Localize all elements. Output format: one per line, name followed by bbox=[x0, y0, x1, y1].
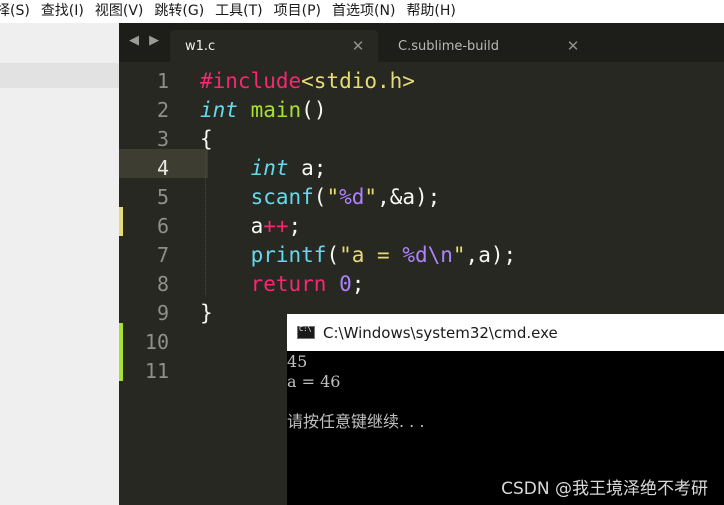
console-window[interactable]: C:\Windows\system32\cmd.exe 45 a = 46 请按… bbox=[287, 314, 724, 505]
console-line: a = 46 bbox=[287, 372, 341, 391]
menu-item-goto[interactable]: 跳转(G) bbox=[154, 0, 218, 23]
line-number: 10 bbox=[144, 330, 169, 354]
line-number: 6 bbox=[156, 214, 169, 238]
line-number: 11 bbox=[144, 359, 169, 383]
menu-item-tools[interactable]: 工具(T) bbox=[215, 0, 276, 23]
line-number: 3 bbox=[156, 127, 169, 151]
close-icon[interactable]: ✕ bbox=[563, 37, 583, 55]
line-number: 8 bbox=[156, 272, 169, 296]
code-line: 2 int main() bbox=[119, 96, 724, 125]
menu-item-project[interactable]: 项目(P) bbox=[274, 0, 335, 23]
tab-label: w1.c bbox=[185, 38, 216, 54]
side-panel bbox=[0, 23, 119, 505]
menu-item-preferences[interactable]: 首选项(N) bbox=[332, 0, 409, 23]
code-line: 7 printf("a = %d\n",a); bbox=[119, 241, 724, 270]
console-line: 请按任意键继续. . . bbox=[287, 412, 425, 431]
code-text: printf("a = %d\n",a); bbox=[250, 243, 517, 267]
console-line: 45 bbox=[287, 352, 308, 371]
tab-label: C.sublime-build bbox=[398, 38, 500, 54]
code-line: 5 scanf("%d",&a); bbox=[119, 183, 724, 212]
code-line-current: 4 int a; bbox=[119, 154, 724, 183]
menu-item-view[interactable]: 视图(V) bbox=[95, 0, 158, 23]
tab-w1-c[interactable]: w1.c ✕ bbox=[170, 30, 378, 62]
console-titlebar[interactable]: C:\Windows\system32\cmd.exe bbox=[287, 314, 724, 351]
line-number: 5 bbox=[156, 185, 169, 209]
line-number: 1 bbox=[156, 69, 169, 93]
code-text: a++; bbox=[200, 214, 302, 238]
close-icon[interactable]: ✕ bbox=[348, 37, 368, 55]
code-text: } bbox=[200, 301, 213, 325]
code-text: int a; bbox=[250, 156, 327, 180]
tab-nav-arrows-icon[interactable]: ◀ ▶ bbox=[129, 33, 162, 48]
code-line: 8 return 0; bbox=[119, 270, 724, 299]
line-number: 2 bbox=[156, 98, 169, 122]
code-text: scanf("%d",&a); bbox=[250, 185, 441, 209]
line-number: 4 bbox=[156, 156, 169, 180]
console-title: C:\Windows\system32\cmd.exe bbox=[323, 323, 558, 342]
console-output: 45 a = 46 请按任意键继续. . . CSDN @我王境泽绝不考研 bbox=[287, 351, 724, 505]
line-number: 7 bbox=[156, 243, 169, 267]
menu-item-find[interactable]: 查找(I) bbox=[41, 0, 98, 23]
code-text: #include<stdio.h> bbox=[200, 69, 415, 93]
code-line: 1 #include<stdio.h> bbox=[119, 67, 724, 96]
code-text: int main() bbox=[200, 98, 327, 122]
code-line: 3 { bbox=[119, 125, 724, 154]
line-number: 9 bbox=[156, 301, 169, 325]
code-line: 6 a++; bbox=[119, 212, 724, 241]
cmd-icon bbox=[297, 325, 315, 339]
watermark: CSDN @我王境泽绝不考研 bbox=[501, 479, 708, 499]
code-text: { bbox=[200, 127, 213, 151]
menu-item-selection[interactable]: 择(S) bbox=[0, 0, 44, 23]
side-panel-selected-row[interactable] bbox=[0, 63, 119, 88]
tab-c-sublime-build[interactable]: C.sublime-build ✕ bbox=[383, 30, 593, 62]
code-text: return 0; bbox=[250, 272, 365, 296]
tab-strip: ◀ ▶ w1.c ✕ C.sublime-build ✕ bbox=[119, 23, 724, 62]
menu-item-help[interactable]: 帮助(H) bbox=[406, 0, 469, 23]
menu-bar: 择(S) 查找(I) 视图(V) 跳转(G) 工具(T) 项目(P) 首选项(N… bbox=[0, 0, 724, 23]
